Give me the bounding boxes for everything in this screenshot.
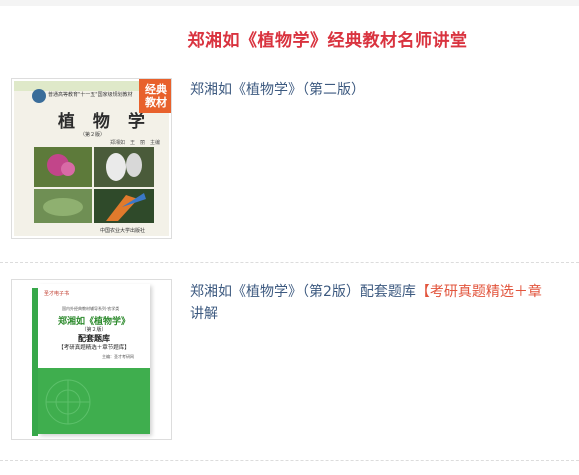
title-suffix: 讲解 bbox=[190, 306, 218, 322]
cover-editor: 主编：圣才考研网 bbox=[102, 354, 134, 359]
cover-edition: （第２版） bbox=[81, 327, 107, 333]
book-cover: 圣才电子书 国内外经典教材辅导系列·农学类 郑湘如《植物学》 （第２版） 配套题… bbox=[32, 284, 150, 436]
top-bar bbox=[0, 0, 579, 6]
classic-textbook-badge: 经典 教材 bbox=[139, 79, 171, 113]
leaf-pattern-icon bbox=[45, 379, 91, 425]
badge-line-2: 教材 bbox=[145, 96, 167, 109]
cover-series: 普通高等教育"十一五"国家级规划教材 bbox=[48, 92, 133, 98]
cover-publisher: 中国农业大学出版社 bbox=[100, 228, 146, 234]
list-item: 普通高等教育"十一五"国家级规划教材 植 物 学 （第２版） 郑湘如 王 丽 主… bbox=[0, 70, 579, 260]
divider bbox=[0, 460, 579, 461]
cover-authors: 郑湘如 王 丽 主编 bbox=[110, 140, 161, 146]
book-title-link[interactable]: 郑湘如《植物学》（第2版）配套题库【考研真题精选＋章 讲解 bbox=[190, 281, 579, 325]
cover-green-panel bbox=[38, 368, 150, 434]
title-prefix: 郑湘如《植物学》（第2版）配套题库 bbox=[190, 284, 416, 300]
book-cover-thumbnail[interactable]: 普通高等教育"十一五"国家级规划教材 植 物 学 （第２版） 郑湘如 王 丽 主… bbox=[11, 78, 172, 239]
cover-logo: 圣才电子书 bbox=[44, 291, 70, 297]
flower-photos-icon bbox=[34, 147, 154, 223]
cover-edition: （第２版） bbox=[80, 132, 106, 138]
section-title: 郑湘如《植物学》经典教材名师讲堂 bbox=[187, 31, 468, 51]
cover-photos bbox=[34, 147, 154, 223]
cover-scope: 【考研真题精选＋章节题库】 bbox=[58, 345, 130, 351]
badge-line-1: 经典 bbox=[145, 83, 167, 96]
publisher-logo-icon bbox=[32, 89, 46, 103]
book-cover-thumbnail[interactable]: 圣才电子书 国内外经典教材辅导系列·农学类 郑湘如《植物学》 （第２版） 配套题… bbox=[11, 279, 172, 440]
title-highlight: 【考研真题精选＋章 bbox=[415, 284, 542, 300]
list-item: 圣才电子书 国内外经典教材辅导系列·农学类 郑湘如《植物学》 （第２版） 配套题… bbox=[0, 262, 579, 452]
cover-book-title: 植 物 学 bbox=[58, 112, 151, 132]
cover-series: 国内外经典教材辅导系列·农学类 bbox=[62, 306, 120, 311]
book-title-link[interactable]: 郑湘如《植物学》（第二版） bbox=[190, 79, 579, 101]
